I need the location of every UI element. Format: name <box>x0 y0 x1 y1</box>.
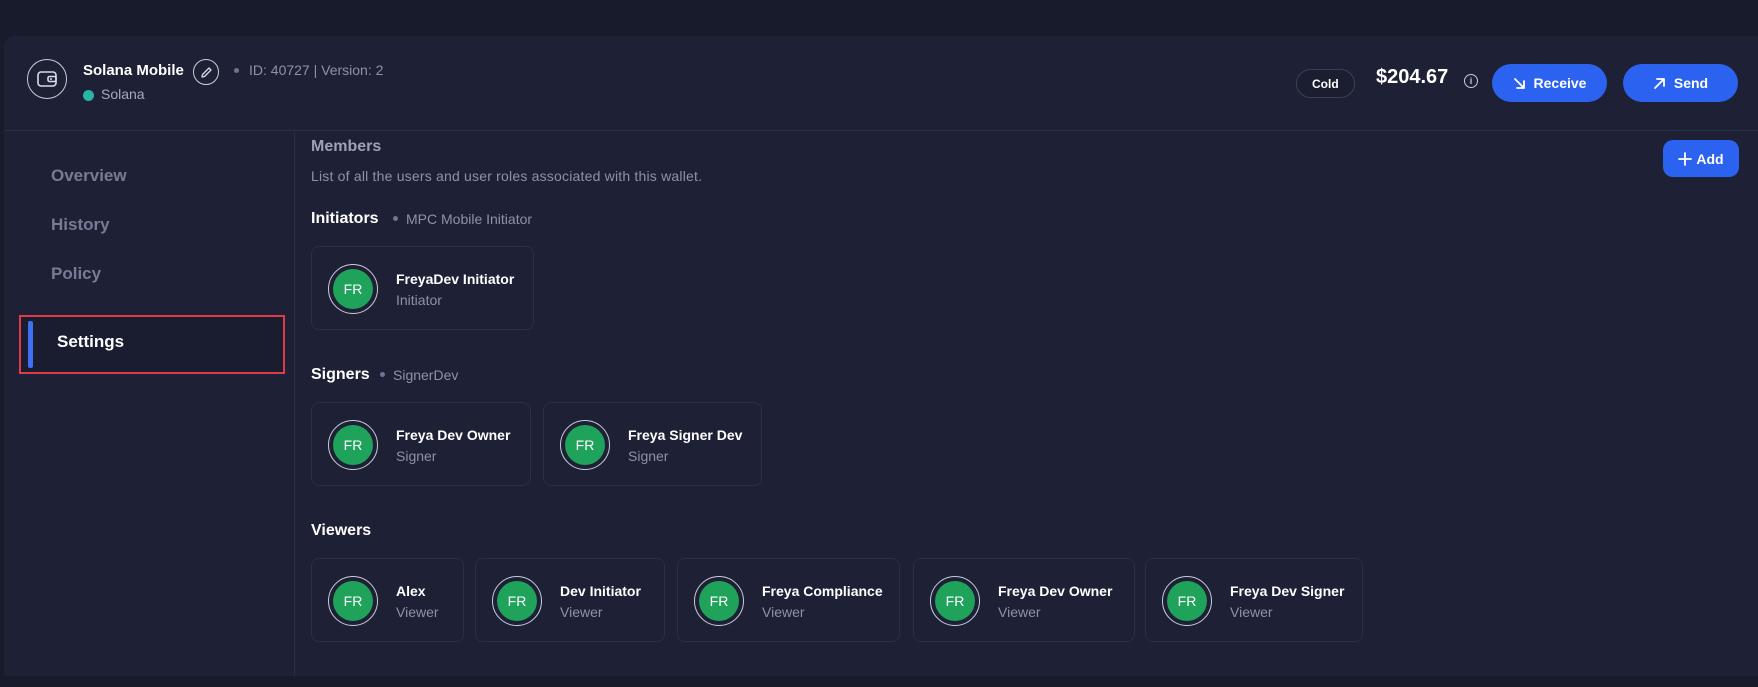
sidebar-item-overview[interactable]: Overview <box>51 166 127 186</box>
info-icon[interactable]: i <box>1464 74 1478 88</box>
plus-icon <box>1678 151 1693 166</box>
member-card[interactable]: FR FreyaDev Initiator Initiator <box>311 246 534 330</box>
avatar-initials: FR <box>333 425 373 465</box>
members-description: List of all the users and user roles ass… <box>311 168 703 184</box>
active-indicator <box>28 321 33 368</box>
wallet-type-badge: Cold <box>1296 69 1355 98</box>
section-title-initiators: Initiators <box>311 210 379 227</box>
avatar: FR <box>328 264 378 314</box>
avatar-initials: FR <box>935 581 975 621</box>
send-button[interactable]: Send <box>1623 64 1738 102</box>
section-subtitle-initiators: MPC Mobile Initiator <box>393 211 532 227</box>
avatar-initials: FR <box>699 581 739 621</box>
wallet-icon <box>27 59 67 99</box>
avatar-initials: FR <box>565 425 605 465</box>
member-card[interactable]: FR Freya Compliance Viewer <box>677 558 900 642</box>
sidebar: Overview History Policy Settings <box>4 132 295 676</box>
avatar: FR <box>328 576 378 626</box>
sidebar-item-history[interactable]: History <box>51 215 110 235</box>
member-name: FreyaDev Initiator <box>396 271 515 287</box>
section-subtitle-signers: SignerDev <box>380 367 458 383</box>
member-role: Viewer <box>1230 604 1273 620</box>
arrow-up-right-icon <box>1653 77 1665 89</box>
wallet-header: Solana Mobile ID: 40727 | Version: 2 Sol… <box>4 36 1758 131</box>
avatar: FR <box>328 420 378 470</box>
edit-pencil-icon[interactable] <box>193 59 219 85</box>
avatar-initials: FR <box>497 581 537 621</box>
add-label: Add <box>1696 150 1724 167</box>
member-role: Initiator <box>396 292 442 308</box>
meta-separator-dot <box>234 68 239 73</box>
add-member-button[interactable]: Add <box>1663 140 1739 177</box>
chain-status-dot <box>83 90 94 101</box>
send-label: Send <box>1673 75 1709 91</box>
section-title-signers: Signers <box>311 366 370 383</box>
wallet-id-version: ID: 40727 | Version: 2 <box>249 62 384 78</box>
subtitle-dot <box>380 371 385 377</box>
member-card[interactable]: FR Freya Signer Dev Signer <box>543 402 762 486</box>
wallet-balance: $204.67 <box>1376 66 1449 88</box>
avatar: FR <box>694 576 744 626</box>
section-subtitle-text: MPC Mobile Initiator <box>406 211 533 227</box>
member-name: Freya Dev Owner <box>396 427 511 443</box>
sidebar-item-policy[interactable]: Policy <box>51 264 101 284</box>
member-name: Freya Compliance <box>762 583 883 599</box>
member-role: Signer <box>628 448 669 464</box>
member-card[interactable]: FR Alex Viewer <box>311 558 464 642</box>
section-title-viewers: Viewers <box>311 522 372 539</box>
avatar-initials: FR <box>333 581 373 621</box>
wallet-name: Solana Mobile <box>83 62 184 79</box>
members-title: Members <box>311 138 382 155</box>
sidebar-item-label: Settings <box>57 332 125 351</box>
member-card[interactable]: FR Freya Dev Owner Signer <box>311 402 531 486</box>
member-name: Alex <box>396 583 426 599</box>
member-role: Viewer <box>396 604 439 620</box>
chain-name: Solana <box>101 86 145 102</box>
member-name: Freya Dev Signer <box>1230 583 1345 599</box>
member-role: Viewer <box>998 604 1041 620</box>
avatar: FR <box>1162 576 1212 626</box>
member-card[interactable]: FR Freya Dev Owner Viewer <box>913 558 1135 642</box>
member-card[interactable]: FR Freya Dev Signer Viewer <box>1145 558 1363 642</box>
arrow-down-right-icon <box>1513 77 1525 89</box>
receive-button[interactable]: Receive <box>1492 64 1607 102</box>
avatar-initials: FR <box>1167 581 1207 621</box>
member-role: Viewer <box>560 604 603 620</box>
avatar: FR <box>930 576 980 626</box>
avatar-initials: FR <box>333 269 373 309</box>
member-name: Dev Initiator <box>560 583 641 599</box>
receive-label: Receive <box>1533 75 1587 91</box>
sidebar-item-settings[interactable]: Settings <box>19 315 285 374</box>
subtitle-dot <box>393 215 398 221</box>
wallet-panel: Solana Mobile ID: 40727 | Version: 2 Sol… <box>4 36 1758 676</box>
member-role: Signer <box>396 448 437 464</box>
member-name: Freya Signer Dev <box>628 427 743 443</box>
member-card[interactable]: FR Dev Initiator Viewer <box>475 558 665 642</box>
avatar: FR <box>560 420 610 470</box>
avatar: FR <box>492 576 542 626</box>
member-role: Viewer <box>762 604 805 620</box>
section-subtitle-text: SignerDev <box>393 367 459 383</box>
member-name: Freya Dev Owner <box>998 583 1113 599</box>
